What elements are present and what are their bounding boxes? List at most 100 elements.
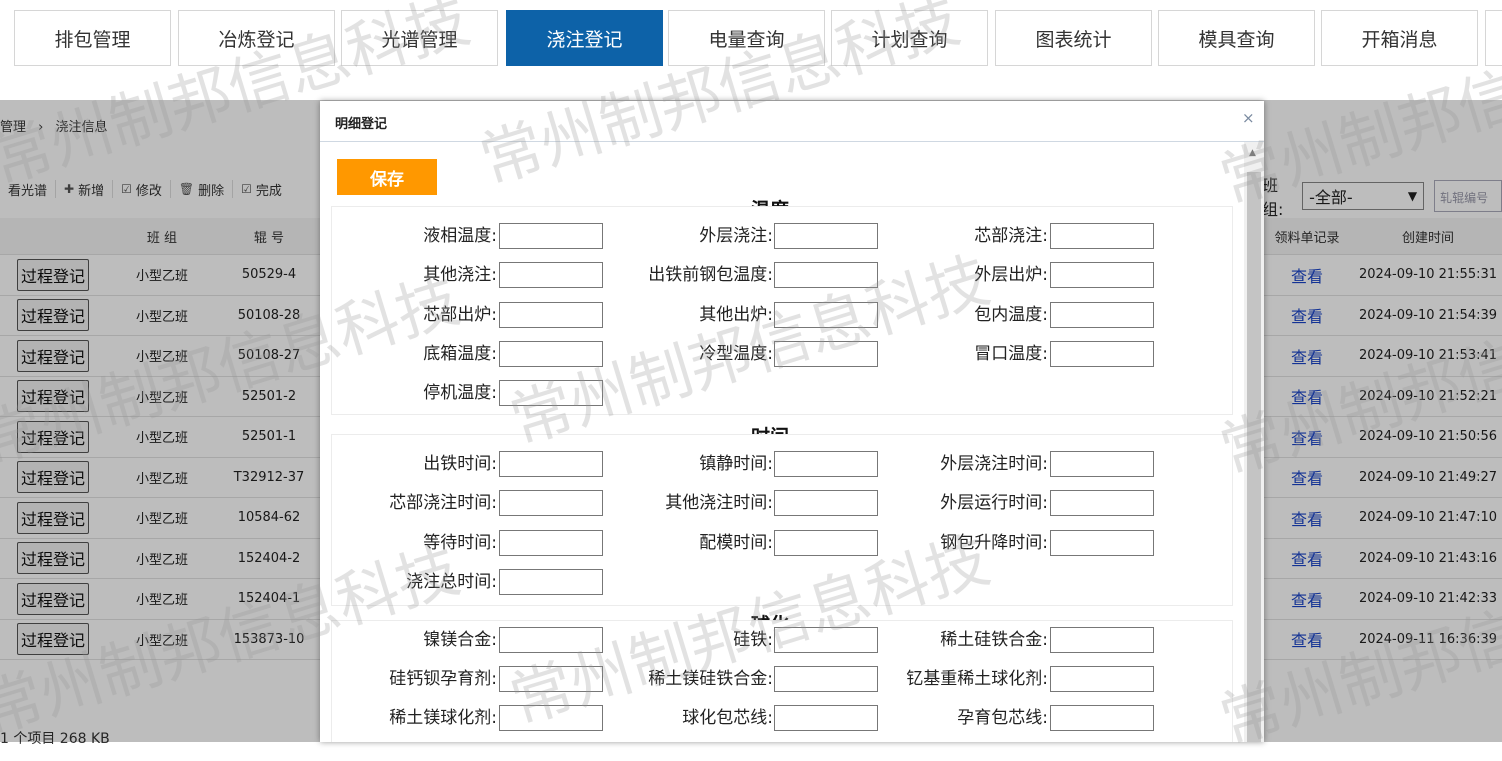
nav-tab-jiaozhu[interactable]: 浇注登记: [506, 10, 663, 66]
form-field: 外层浇注时间:: [888, 451, 1048, 477]
form-field: 其他浇注:: [337, 262, 497, 288]
form-field: 芯部浇注:: [888, 223, 1048, 249]
form-field: 停机温度:: [337, 380, 497, 406]
nav-tab-muju[interactable]: 模具查询: [1158, 10, 1315, 66]
scroll-up-icon[interactable]: ▲: [1249, 148, 1256, 158]
field-label: 芯部浇注:: [974, 226, 1048, 246]
field-input[interactable]: [499, 262, 603, 289]
form-field: 芯部浇注时间:: [337, 490, 497, 516]
field-input[interactable]: [499, 451, 603, 477]
field-input[interactable]: [774, 301, 878, 328]
field-input[interactable]: [499, 340, 603, 367]
field-input[interactable]: [1050, 666, 1154, 692]
field-input[interactable]: [774, 666, 878, 692]
field-input[interactable]: [1050, 262, 1154, 289]
field-input[interactable]: [1050, 223, 1154, 249]
form-field: 冒口温度:: [888, 341, 1048, 367]
field-label: 冷型温度:: [699, 343, 773, 364]
form-field: 配模时间:: [613, 530, 773, 556]
field-label: 包内温度:: [974, 304, 1048, 325]
form-field: 稀土硅铁合金:: [888, 627, 1048, 653]
form-field: 镇静时间:: [613, 451, 773, 477]
field-input[interactable]: [499, 529, 603, 556]
save-button[interactable]: 保存: [337, 159, 437, 195]
nav-tab-jihua[interactable]: 计划查询: [831, 10, 988, 66]
form-field: 稀土镁硅铁合金:: [613, 666, 773, 692]
form-field: 孕育包芯线:: [888, 705, 1048, 731]
field-label: 稀土镁硅铁合金:: [648, 669, 773, 689]
form-field: 钇基重稀土球化剂:: [888, 666, 1048, 692]
scrollbar-thumb[interactable]: [1247, 172, 1261, 742]
form-field: 冷型温度:: [613, 341, 773, 367]
nav-tab-paibao[interactable]: 排包管理: [14, 10, 171, 66]
field-label: 孕育包芯线:: [957, 708, 1048, 728]
time-section: 出铁时间: 镇静时间: 外层浇注时间: 芯部浇注时间: 其他浇注时间: 外层运行时间: 等待…: [331, 434, 1233, 606]
form-field: 包内温度:: [888, 302, 1048, 328]
field-input[interactable]: [1050, 301, 1154, 328]
field-input[interactable]: [1050, 627, 1154, 653]
field-label: 外层出炉:: [974, 265, 1048, 286]
form-field: 浇注总时间:: [337, 569, 497, 595]
form-field: 底箱温度:: [337, 341, 497, 367]
field-input[interactable]: [499, 666, 603, 692]
form-field: 球化包芯线:: [613, 705, 773, 731]
nav-tab-dianliang[interactable]: 电量查询: [668, 10, 825, 66]
field-label: 出铁时间:: [423, 454, 497, 474]
field-input[interactable]: [774, 340, 878, 367]
field-input[interactable]: [499, 568, 603, 595]
form-field: 硅铁:: [613, 627, 773, 653]
form-field: 外层运行时间:: [888, 490, 1048, 516]
nav-tab-kaixiang[interactable]: 开箱消息: [1321, 10, 1478, 66]
dialog-title: 明细登记: [335, 117, 388, 132]
field-input[interactable]: [1050, 490, 1154, 517]
field-input[interactable]: [774, 223, 878, 249]
field-input[interactable]: [499, 490, 603, 517]
field-label: 其他浇注时间:: [665, 493, 773, 514]
field-input[interactable]: [1050, 451, 1154, 477]
field-label: 冒口温度:: [974, 343, 1048, 364]
form-field: 钢包升降时间:: [888, 530, 1048, 556]
field-input[interactable]: [499, 380, 603, 407]
field-input[interactable]: [774, 705, 878, 731]
field-label: 硅铁:: [733, 630, 773, 650]
field-input[interactable]: [1050, 340, 1154, 367]
field-input[interactable]: [774, 451, 878, 477]
field-label: 芯部出炉:: [423, 304, 497, 325]
field-input[interactable]: [774, 490, 878, 517]
field-input[interactable]: [499, 223, 603, 249]
field-label: 镍镁合金:: [423, 630, 497, 650]
form-field: 其他浇注时间:: [613, 490, 773, 516]
field-label: 外层浇注:: [699, 226, 773, 246]
temperature-section: 液相温度: 外层浇注: 芯部浇注: 其他浇注: 出铁前钢包温度: 外层出炉: 芯部出炉: 其他…: [331, 206, 1233, 415]
nav-tab-guangpu[interactable]: 光谱管理: [341, 10, 498, 66]
field-label: 浇注总时间:: [406, 571, 497, 592]
field-input[interactable]: [1050, 705, 1154, 731]
field-label: 配模时间:: [699, 532, 773, 553]
field-input[interactable]: [774, 627, 878, 653]
field-label: 钢包升降时间:: [940, 532, 1048, 553]
nav-tab-tubiao[interactable]: 图表统计: [995, 10, 1152, 66]
field-input[interactable]: [499, 705, 603, 731]
dialog-scrollbar[interactable]: ▲: [1244, 142, 1264, 742]
nav-tab-yelian[interactable]: 冶炼登记: [178, 10, 335, 66]
field-input[interactable]: [774, 529, 878, 556]
field-label: 出铁前钢包温度:: [648, 265, 773, 286]
field-input[interactable]: [499, 301, 603, 328]
close-icon[interactable]: ×: [1242, 109, 1255, 127]
field-input[interactable]: [1050, 529, 1154, 556]
field-label: 其他浇注:: [423, 265, 497, 286]
field-label: 液相温度:: [423, 226, 497, 246]
top-navigation: 排包管理 冶炼登记 光谱管理 浇注登记 电量查询 计划查询 图表统计 模具查询 …: [0, 0, 1502, 100]
field-label: 钇基重稀土球化剂:: [906, 669, 1048, 689]
field-label: 底箱温度:: [423, 343, 497, 364]
form-field: 液相温度:: [337, 223, 497, 249]
field-input[interactable]: [499, 627, 603, 653]
form-field: 出铁时间:: [337, 451, 497, 477]
nav-tab-overflow[interactable]: [1485, 10, 1502, 66]
field-input[interactable]: [774, 262, 878, 289]
field-label: 外层运行时间:: [940, 493, 1048, 514]
form-field: 芯部出炉:: [337, 302, 497, 328]
field-label: 其他出炉:: [699, 304, 773, 325]
field-label: 稀土硅铁合金:: [940, 630, 1048, 650]
form-field: 硅钙钡孕育剂:: [337, 666, 497, 692]
